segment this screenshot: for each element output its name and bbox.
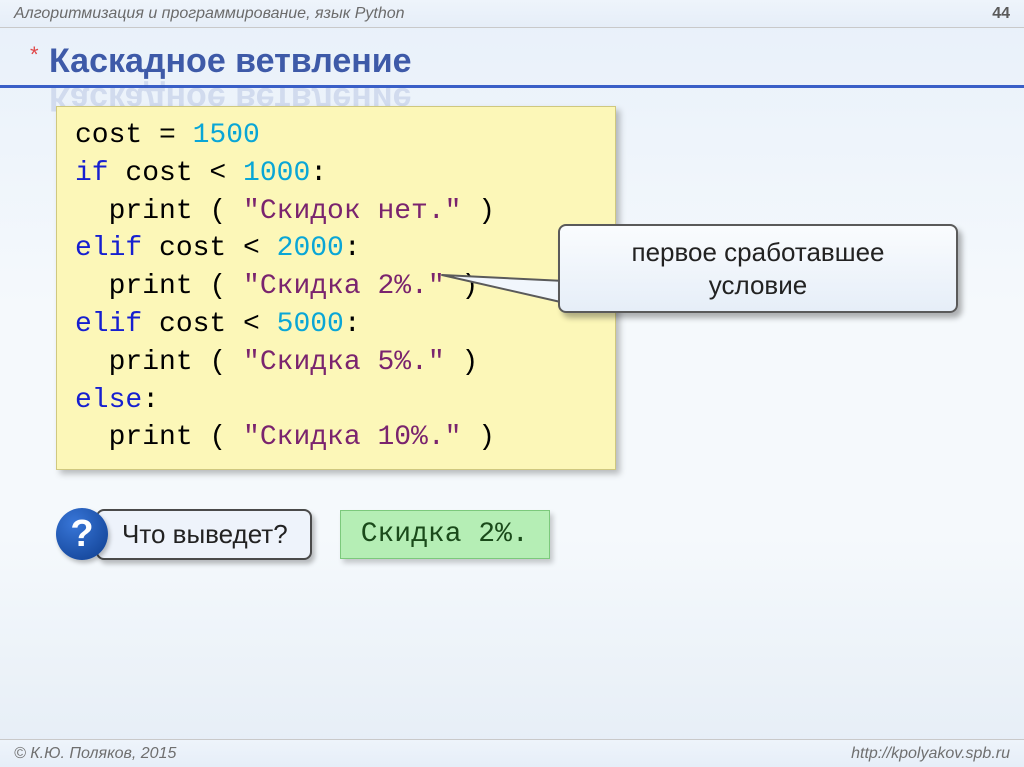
answer-box: Скидка 2%.: [340, 510, 550, 559]
footer-url: http://kpolyakov.spb.ru: [851, 745, 1010, 763]
question-box: Что выведет?: [96, 509, 312, 560]
code-block: cost = 1500 if cost < 1000: print ( "Ски…: [56, 106, 616, 470]
callout-line1: первое сработавшее: [576, 236, 940, 269]
page-number: 44: [992, 5, 1010, 23]
slide-title: Каскадное ветвление Каскадное ветвление: [49, 42, 412, 81]
question-row: ? Что выведет? Скидка 2%.: [56, 508, 968, 560]
callout-box: первое сработавшее условие: [558, 224, 958, 313]
course-title: Алгоритмизация и программирование, язык …: [14, 5, 405, 23]
header-bar: Алгоритмизация и программирование, язык …: [0, 0, 1024, 28]
callout-line2: условие: [576, 269, 940, 302]
title-asterisk: *: [30, 42, 39, 67]
footer-bar: © К.Ю. Поляков, 2015 http://kpolyakov.sp…: [0, 739, 1024, 767]
content-area: cost = 1500 if cost < 1000: print ( "Ски…: [0, 106, 1024, 560]
title-block: * Каскадное ветвление Каскадное ветвлени…: [0, 28, 1024, 88]
question-mark-icon: ?: [56, 508, 108, 560]
copyright: © К.Ю. Поляков, 2015: [14, 745, 176, 763]
